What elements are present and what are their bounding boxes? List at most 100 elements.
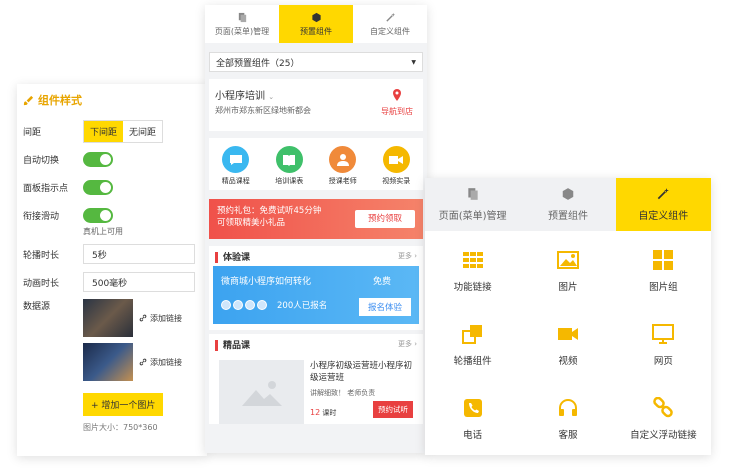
spacing-option-bottom[interactable]: 下间距	[84, 120, 124, 142]
component-label: 视频	[558, 356, 578, 367]
shop-info-card: 小程序培训 ⌄ 郑州市郑东新区绿地新都会 导航到店	[209, 79, 423, 131]
preset-dropdown[interactable]: 全部预置组件（25） ▼	[209, 52, 423, 72]
component-label: 功能链接	[453, 282, 492, 293]
indicator-label: 面板指示点	[23, 183, 69, 194]
duration-input[interactable]: 5秒	[83, 244, 195, 264]
spacing-option-none[interactable]: 无间距	[123, 121, 162, 142]
add-link-2[interactable]: 添加链接	[139, 357, 182, 368]
course-title: 小程序初级运营班小程序初级运营班	[310, 361, 413, 383]
brush-icon	[23, 95, 34, 105]
component-image[interactable]: 图片	[520, 234, 615, 308]
image-group-icon	[653, 250, 674, 270]
add-image-label: 增加一个图片	[101, 401, 156, 411]
panel-title: 组件样式	[23, 92, 201, 108]
anim-input[interactable]: 500毫秒	[83, 272, 195, 292]
banner-thumbnail-2[interactable]	[83, 343, 133, 381]
more-link[interactable]: 更多 ›	[398, 339, 417, 349]
component-label: 轮播组件	[453, 356, 492, 367]
avatar	[257, 300, 267, 310]
icon-nav-teachers[interactable]: 授课老师	[329, 146, 357, 186]
tab-custom-components[interactable]: 自定义组件	[615, 178, 711, 231]
component-label: 客服	[558, 430, 578, 441]
location-pin-icon	[393, 89, 401, 101]
component-customer-service[interactable]: 客服	[520, 382, 615, 456]
course-item[interactable]: 小程序初级运营班小程序初级运营班 讲解细致！ 老师负责 12 课时 预约试听	[213, 354, 419, 424]
carousel-icon	[461, 325, 482, 344]
video-icon	[557, 328, 578, 340]
datasource-label: 数据源	[23, 302, 51, 312]
more-link[interactable]: 更多 ›	[398, 251, 417, 261]
datasource-row-2: 添加链接	[23, 343, 201, 381]
add-link-2-label: 添加链接	[150, 357, 182, 367]
tab-preset-components[interactable]: 预置组件	[279, 5, 353, 43]
tab-page-management[interactable]: 页面(菜单)管理	[425, 178, 521, 231]
image-size-note: 图片大小：750*360	[83, 423, 158, 432]
component-video[interactable]: 视频	[520, 308, 615, 382]
tab-label: 页面(菜单)管理	[214, 26, 270, 36]
cube-icon	[562, 188, 574, 200]
component-grid: 功能链接 图片 图片组 轮播组件 视频 网页 电话 客服 自定义浮动链接	[425, 234, 711, 456]
component-label: 电话	[463, 430, 483, 441]
tab-label: 预置组件	[547, 211, 588, 222]
component-label: 图片组	[649, 282, 678, 293]
component-floating-link[interactable]: 自定义浮动链接	[616, 382, 711, 456]
seamless-toggle[interactable]	[83, 207, 113, 223]
tab-page-management[interactable]: 页面(菜单)管理	[205, 5, 279, 43]
panel-title-text: 组件样式	[38, 94, 82, 107]
add-image-button[interactable]: + 增加一个图片	[83, 393, 164, 416]
autoswitch-toggle[interactable]	[83, 151, 113, 167]
promo-banner: 预约礼包：免费试听45分钟 可领取精美小礼品 预约领取	[209, 199, 423, 239]
add-link-1[interactable]: 添加链接	[139, 313, 182, 324]
seamless-hint: 真机上可用	[83, 227, 123, 236]
component-style-panel: 组件样式 间距 下间距 无间距 自动切换 面板指示点 衔接滑动 真机上可用 轮播…	[17, 84, 207, 456]
book-trial-button[interactable]: 预约试听	[373, 401, 413, 418]
pages-icon	[467, 188, 478, 200]
seamless-label: 衔接滑动	[23, 211, 60, 222]
grid-icon	[462, 252, 483, 268]
phone-preview-panel: 页面(菜单)管理 预置组件 自定义组件 全部预置组件（25） ▼ 小程序培训 ⌄…	[205, 5, 427, 453]
tab-custom-components[interactable]: 自定义组件	[353, 5, 427, 43]
avatar	[221, 300, 231, 310]
component-image-group[interactable]: 图片组	[616, 234, 711, 308]
mid-tabs: 页面(菜单)管理 预置组件 自定义组件	[205, 5, 427, 43]
spacing-label: 间距	[23, 127, 42, 138]
tab-preset-components[interactable]: 预置组件	[520, 178, 616, 231]
image-placeholder-icon	[219, 360, 304, 424]
monitor-icon	[652, 324, 675, 344]
image-icon	[556, 251, 579, 269]
navigate-to-store[interactable]: 导航到店	[381, 89, 413, 117]
section-title: 精品课	[223, 340, 251, 351]
icon-label: 授课老师	[328, 177, 357, 185]
component-webpage[interactable]: 网页	[616, 308, 711, 382]
wand-icon	[658, 188, 670, 200]
signup-button[interactable]: 报名体验	[358, 298, 411, 316]
spacing-segmented: 下间距 无间距	[83, 119, 164, 143]
teacher-icon	[329, 146, 357, 173]
tab-label: 自定义组件	[638, 211, 689, 222]
anim-label: 动画时长	[23, 278, 60, 289]
spacing-row: 间距 下间距 无间距	[23, 119, 201, 143]
section-title: 体验课	[223, 252, 251, 263]
icon-nav-videos[interactable]: 视频实录	[382, 146, 410, 186]
video-icon	[382, 146, 410, 173]
chevron-down-icon: ⌄	[268, 93, 275, 101]
free-label: 免费	[372, 277, 391, 287]
tab-label: 页面(菜单)管理	[438, 211, 507, 222]
link-icon	[139, 314, 147, 322]
trial-course-card: 体验课 更多 › 微商城小程序如何转化 免费 200人已报名 报名体验	[209, 246, 423, 330]
trial-banner: 微商城小程序如何转化 免费 200人已报名 报名体验	[213, 266, 419, 324]
cube-icon	[311, 12, 321, 22]
section-header-trial: 体验课 更多 ›	[209, 246, 423, 266]
icon-nav-courses[interactable]: 精品课程	[222, 146, 250, 186]
tab-label: 自定义组件	[370, 26, 410, 36]
tab-label: 预置组件	[300, 26, 332, 36]
component-phone[interactable]: 电话	[425, 382, 520, 456]
autoswitch-label: 自动切换	[23, 155, 60, 166]
wand-icon	[385, 12, 395, 22]
banner-thumbnail-1[interactable]	[83, 299, 133, 337]
component-function-link[interactable]: 功能链接	[425, 234, 520, 308]
component-carousel[interactable]: 轮播组件	[425, 308, 520, 382]
indicator-toggle[interactable]	[83, 179, 113, 195]
icon-nav-schedule[interactable]: 培训课表	[275, 146, 303, 186]
promo-button[interactable]: 预约领取	[354, 210, 415, 228]
